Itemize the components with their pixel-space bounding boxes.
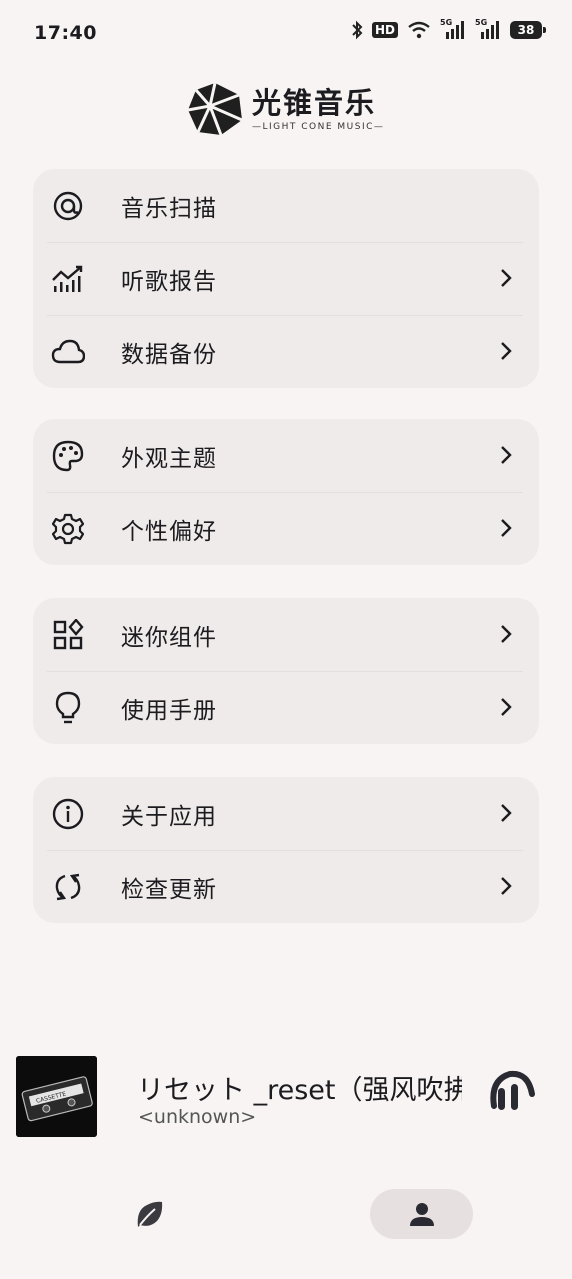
menu-item-listening-report[interactable]: 听歌报告 (33, 242, 539, 315)
menu-card-tools: 迷你组件 使用手册 (33, 598, 539, 744)
nav-tab-profile[interactable] (370, 1189, 473, 1239)
now-playing-title[interactable]: リセット _reset（强风吹拂 (137, 1068, 462, 1107)
menu-item-music-scan[interactable]: 音乐扫描 (33, 169, 539, 242)
at-scan-icon (51, 189, 85, 223)
chevron-right-icon (501, 877, 512, 895)
menu-item-label: 音乐扫描 (121, 195, 217, 222)
menu-item-preferences[interactable]: 个性偏好 (33, 492, 539, 565)
menu-item-label: 检查更新 (121, 876, 217, 903)
menu-item-data-backup[interactable]: 数据备份 (33, 315, 539, 388)
light-cone-logo-icon (187, 82, 243, 136)
bluetooth-icon (352, 20, 363, 40)
menu-item-label: 关于应用 (121, 803, 217, 830)
nav-tab-discover[interactable] (114, 1189, 184, 1239)
palette-icon (51, 439, 85, 473)
widgets-icon (51, 618, 85, 652)
menu-item-about-app[interactable]: 关于应用 (33, 777, 539, 850)
playback-progress-pause-icon[interactable] (486, 1064, 536, 1114)
app-title: 光锥音乐 (252, 86, 377, 120)
hd-voice-badge: HD (371, 22, 398, 38)
cassette-art-icon: CASSETTE (16, 1056, 97, 1137)
menu-card-about: 关于应用 检查更新 (33, 777, 539, 923)
info-icon (51, 797, 85, 831)
menu-item-check-update[interactable]: 检查更新 (33, 850, 539, 923)
app-subtitle: —LIGHT CONE MUSIC— (252, 122, 385, 132)
gear-icon (51, 512, 85, 546)
menu-card-library: 音乐扫描 听歌报告 数据备份 (33, 169, 539, 388)
lightbulb-icon (51, 691, 85, 725)
chevron-right-icon (501, 519, 512, 537)
chevron-right-icon (501, 446, 512, 464)
signal-icon-1: 5G (440, 18, 466, 40)
chevron-right-icon (501, 269, 512, 287)
chevron-right-icon (501, 804, 512, 822)
cloud-icon (51, 335, 85, 369)
menu-item-user-manual[interactable]: 使用手册 (33, 671, 539, 744)
menu-item-label: 听歌报告 (121, 268, 217, 295)
sync-icon (51, 870, 85, 904)
signal-icon-2: 5G (475, 18, 501, 40)
album-cover[interactable]: CASSETTE (16, 1056, 97, 1137)
menu-item-label: 个性偏好 (121, 518, 217, 545)
now-playing-artist: <unknown> (138, 1106, 257, 1128)
person-icon (409, 1203, 434, 1226)
leaf-icon (137, 1201, 163, 1227)
menu-card-appearance: 外观主题 个性偏好 (33, 419, 539, 565)
menu-item-theme[interactable]: 外观主题 (33, 419, 539, 492)
chevron-right-icon (501, 625, 512, 643)
battery-icon: 38 (510, 21, 546, 39)
chevron-right-icon (501, 342, 512, 360)
menu-item-label: 数据备份 (121, 341, 217, 368)
menu-item-label: 迷你组件 (121, 624, 217, 651)
status-bar: 17:40 HD 5G 5G 38 (0, 0, 572, 68)
menu-item-label: 外观主题 (121, 445, 217, 472)
chart-icon (51, 262, 85, 296)
mini-player[interactable]: CASSETTE リセット _reset（强风吹拂 <unknown> (16, 1056, 556, 1138)
bottom-navigation (0, 1180, 572, 1250)
status-time: 17:40 (34, 22, 97, 44)
menu-item-label: 使用手册 (121, 697, 217, 724)
app-logo: 光锥音乐 —LIGHT CONE MUSIC— (186, 82, 384, 136)
wifi-icon (408, 21, 430, 39)
chevron-right-icon (501, 698, 512, 716)
menu-item-mini-widgets[interactable]: 迷你组件 (33, 598, 539, 671)
